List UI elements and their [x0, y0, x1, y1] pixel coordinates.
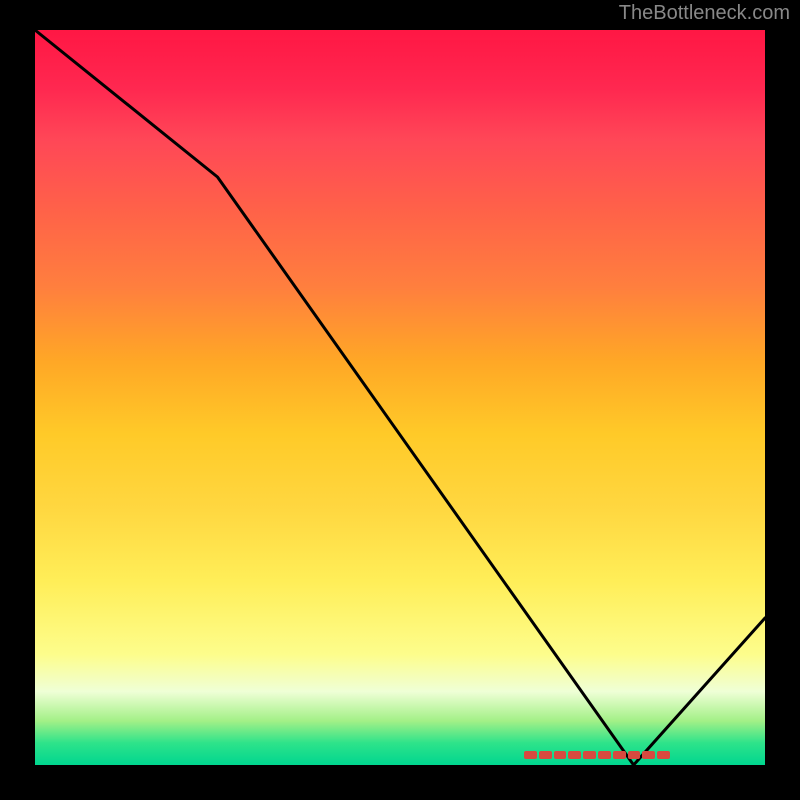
dot-icon — [642, 751, 655, 759]
optimal-region-marker — [524, 751, 670, 759]
dot-icon — [657, 751, 670, 759]
chart-container: TheBottleneck.com — [0, 0, 800, 800]
bottleneck-line — [35, 30, 765, 765]
dot-icon — [613, 751, 626, 759]
dot-icon — [598, 751, 611, 759]
dot-icon — [583, 751, 596, 759]
dot-icon — [554, 751, 567, 759]
dot-icon — [568, 751, 581, 759]
dot-icon — [539, 751, 552, 759]
chart-svg — [35, 30, 765, 765]
attribution-text: TheBottleneck.com — [619, 2, 790, 25]
dot-icon — [628, 751, 641, 759]
dot-icon — [524, 751, 537, 759]
plot-area — [35, 30, 765, 765]
